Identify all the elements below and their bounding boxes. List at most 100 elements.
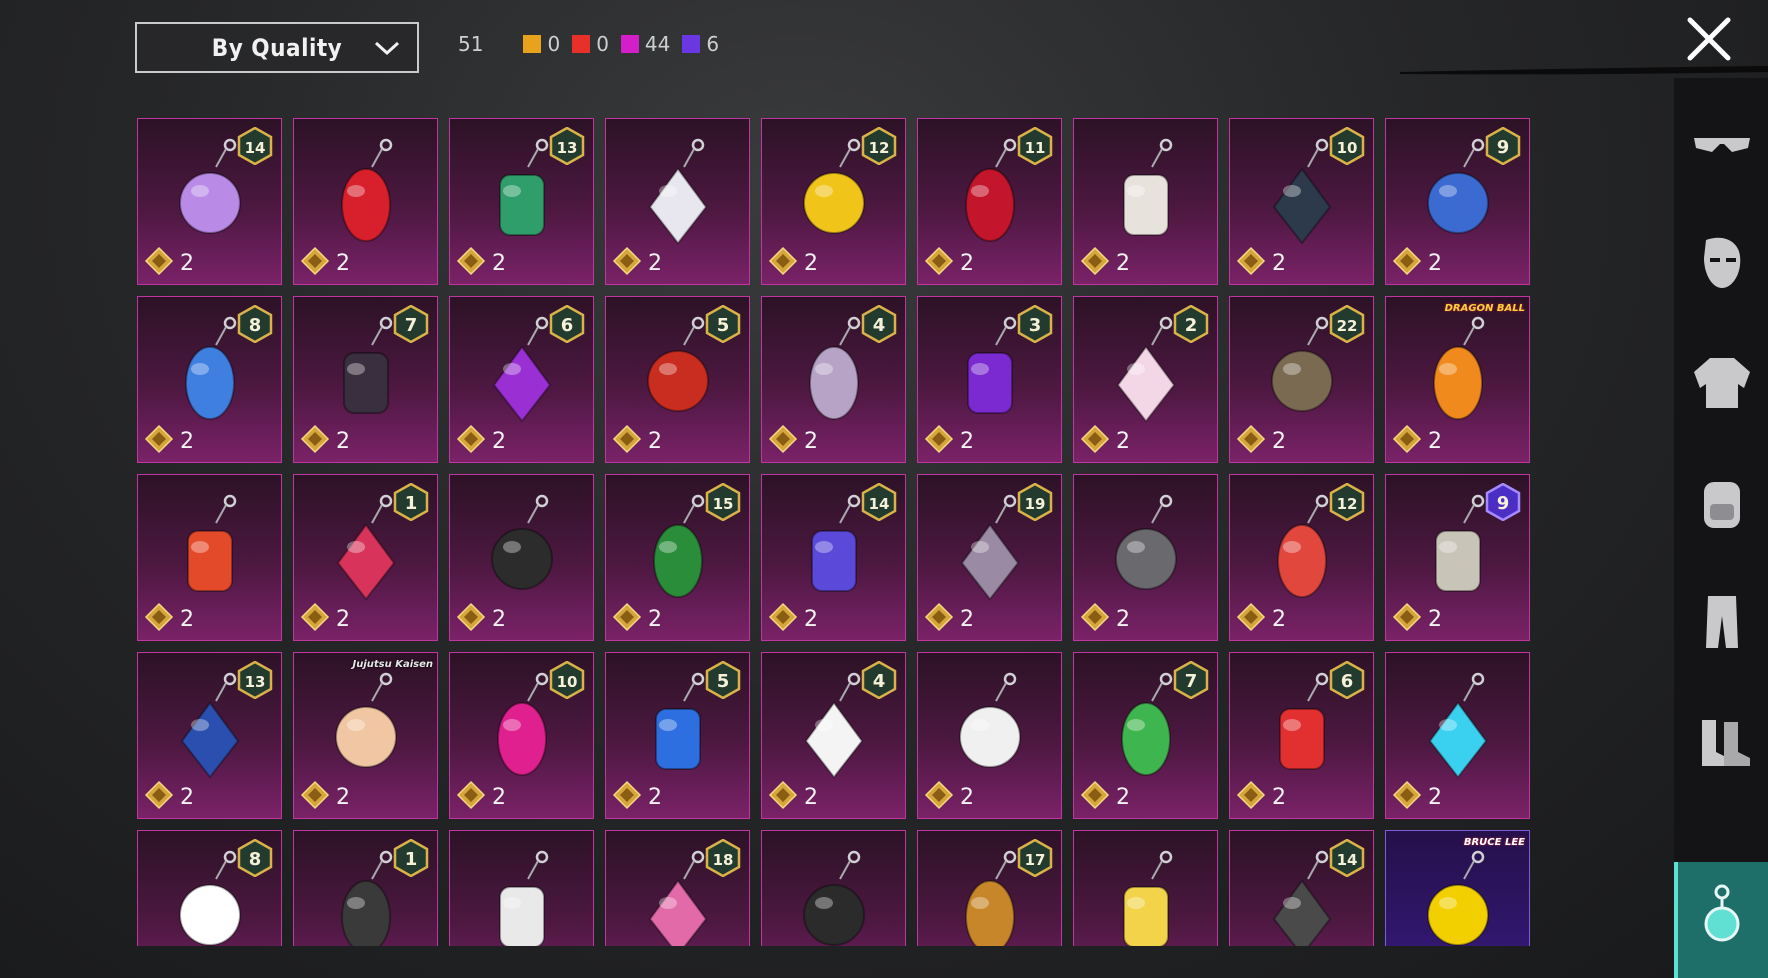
item-level: 2	[1428, 429, 1442, 454]
item-level: 2	[960, 607, 974, 632]
charm-item-card[interactable]: 8	[137, 830, 282, 946]
category-sidebar	[1674, 78, 1768, 978]
charm-item-card[interactable]: 2	[605, 118, 750, 285]
charm-item-card[interactable]: 12 2	[1229, 474, 1374, 641]
badge-number: 9	[1497, 137, 1510, 158]
mask-icon[interactable]	[1688, 228, 1756, 296]
upgrade-diamond-icon	[456, 602, 486, 632]
charm-item-card[interactable]: 62	[1229, 652, 1374, 819]
charm-item-card[interactable]: 12	[293, 474, 438, 641]
level-badge-icon: 7	[1173, 661, 1209, 699]
sort-label: By Quality	[211, 33, 343, 62]
item-level: 2	[1116, 251, 1130, 276]
upgrade-diamond-icon	[300, 602, 330, 632]
charm-item-card[interactable]: 92	[1385, 474, 1530, 641]
charm-item-card[interactable]: DRAGON BALL 2	[1385, 296, 1530, 463]
glasses-icon[interactable]	[1688, 108, 1756, 176]
level-badge-icon: 9	[1485, 127, 1521, 165]
upgrade-diamond-icon	[300, 780, 330, 810]
badge-number: 7	[1185, 671, 1198, 692]
charm-item-card[interactable]: 72	[293, 296, 438, 463]
duck-witch-charm-icon	[1123, 850, 1173, 946]
level-badge-icon: 18	[705, 839, 741, 877]
inventory-grid: 14 2 2 13 2 2 12 2 11 2 2 10 2 9 2 8 2 7 2 6 2 5 2 4 2 3 2 2 2 22 2 DRA…	[137, 118, 1533, 946]
item-level: 2	[1272, 785, 1286, 810]
item-level: 2	[336, 785, 350, 810]
charm-item-card[interactable]: 22 2	[1229, 296, 1374, 463]
upgrade-diamond-icon	[1392, 602, 1422, 632]
brand-logo: BRUCE LEE	[1463, 837, 1525, 848]
count-orange: 0	[523, 32, 560, 56]
badge-number: 11	[1025, 139, 1046, 157]
badge-number: 6	[561, 315, 574, 336]
charm-item-card[interactable]: 52	[605, 296, 750, 463]
charm-item-card[interactable]: 2	[917, 652, 1062, 819]
sort-dropdown[interactable]: By Quality	[135, 22, 419, 73]
charm-item-card[interactable]: 14	[1229, 830, 1374, 946]
upgrade-diamond-icon	[1236, 246, 1266, 276]
charm-item-card[interactable]: 22	[1073, 296, 1218, 463]
level-badge-icon: 19	[1017, 483, 1053, 521]
charm-item-card[interactable]: 2	[1073, 474, 1218, 641]
charm-item-card[interactable]: 82	[137, 296, 282, 463]
charm-item-card[interactable]: 32	[917, 296, 1062, 463]
charm-item-card[interactable]: 19 2	[917, 474, 1062, 641]
inventory-grid-viewport[interactable]: 14 2 2 13 2 2 12 2 11 2 2 10 2 9 2 8 2 7 2 6 2 5 2 4 2 3 2 2 2 22 2 DRA…	[137, 118, 1533, 946]
item-level: 2	[960, 785, 974, 810]
item-level: 2	[1272, 429, 1286, 454]
close-icon[interactable]	[1684, 14, 1734, 64]
brush-divider	[1400, 66, 1768, 75]
charm-item-card[interactable]: 1	[293, 830, 438, 946]
charm-item-card[interactable]: 13 2	[137, 652, 282, 819]
charm-item-card[interactable]: 92	[1385, 118, 1530, 285]
charm-item-card[interactable]: 11 2	[917, 118, 1062, 285]
upgrade-diamond-icon	[300, 424, 330, 454]
level-badge-icon: 8	[237, 839, 273, 877]
level-badge-icon: 10	[549, 661, 585, 699]
charm-item-card[interactable]: 10 2	[1229, 118, 1374, 285]
pink-quality-icon	[620, 35, 639, 53]
charm-item-card[interactable]: 17	[917, 830, 1062, 946]
charm-item-card[interactable]: 10 2	[449, 652, 594, 819]
level-badge-icon: 14	[237, 127, 273, 165]
charm-icon[interactable]	[1688, 878, 1756, 946]
count-purple: 6	[682, 32, 719, 56]
charm-item-card[interactable]: 42	[761, 652, 906, 819]
top-hat-charm-icon	[803, 850, 865, 946]
charm-item-card[interactable]: 2	[293, 118, 438, 285]
charm-item-card[interactable]	[1073, 830, 1218, 946]
item-level: 2	[648, 429, 662, 454]
upgrade-diamond-icon	[1080, 602, 1110, 632]
level-badge-icon: 17	[1017, 839, 1053, 877]
item-level: 2	[180, 251, 194, 276]
upgrade-diamond-icon	[1236, 602, 1266, 632]
boots-icon[interactable]	[1688, 708, 1756, 776]
charm-item-card[interactable]: 14 2	[761, 474, 906, 641]
charm-item-card[interactable]: 52	[605, 652, 750, 819]
backpack-icon[interactable]	[1688, 468, 1756, 536]
item-level: 2	[804, 607, 818, 632]
charm-item-card[interactable]: 72	[1073, 652, 1218, 819]
charm-item-card[interactable]: 13 2	[449, 118, 594, 285]
charm-item-card[interactable]	[761, 830, 906, 946]
charm-item-card[interactable]: 12 2	[761, 118, 906, 285]
charm-item-card[interactable]: 2	[1385, 652, 1530, 819]
charm-item-card[interactable]: 2	[449, 474, 594, 641]
badge-number: 14	[869, 495, 890, 513]
item-level: 2	[804, 429, 818, 454]
charm-item-card[interactable]	[449, 830, 594, 946]
charm-item-card[interactable]: Jujutsu Kaisen 2	[293, 652, 438, 819]
level-badge-icon: 10	[1329, 127, 1365, 165]
jacket-icon[interactable]	[1688, 348, 1756, 416]
upgrade-diamond-icon	[768, 246, 798, 276]
charm-item-card[interactable]: 15 2	[605, 474, 750, 641]
charm-item-card[interactable]: 14 2	[137, 118, 282, 285]
charm-item-card[interactable]: 2	[1073, 118, 1218, 285]
level-badge-icon: 13	[549, 127, 585, 165]
charm-item-card[interactable]: 18	[605, 830, 750, 946]
charm-item-card[interactable]: 62	[449, 296, 594, 463]
charm-item-card[interactable]: 2	[137, 474, 282, 641]
charm-item-card[interactable]: 42	[761, 296, 906, 463]
pants-icon[interactable]	[1688, 588, 1756, 656]
charm-item-card[interactable]: BRUCE LEE	[1385, 830, 1530, 946]
